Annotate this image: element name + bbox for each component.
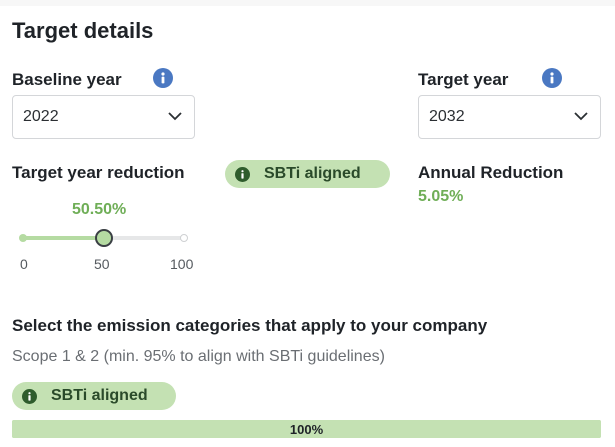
target-reduction-label: Target year reduction [12,163,185,182]
badge-label: SBTi aligned [51,387,148,404]
slider-fill [20,236,104,240]
section-title: Target details [12,18,154,43]
badge-label: SBTi aligned [264,165,361,182]
chevron-down-icon [168,108,182,126]
baseline-year-label: Baseline year [12,70,122,89]
slider-max-marker [180,234,188,242]
scope-progress-bar: 100% [12,420,601,438]
top-divider [0,0,615,6]
scope-description: Scope 1 & 2 (min. 95% to align with SBTi… [12,348,385,365]
categories-heading: Select the emission categories that appl… [12,316,488,335]
info-dot-icon [235,166,250,182]
target-year-label: Target year [418,70,509,89]
sbti-aligned-badge-scope: SBTi aligned [12,382,176,410]
baseline-year-value: 2022 [23,108,59,125]
annual-reduction-label: Annual Reduction [418,163,564,182]
sbti-aligned-badge: SBTi aligned [225,160,390,188]
slider-tick-min: 0 [20,256,28,272]
target-year-select[interactable]: 2032 [418,95,601,139]
baseline-year-select[interactable]: 2022 [12,95,195,139]
slider-thumb[interactable] [94,229,113,247]
annual-reduction-value: 5.05% [418,188,464,205]
slider-min-marker [19,234,27,242]
info-dot-icon [22,388,37,404]
baseline-info-icon[interactable] [153,68,173,88]
chevron-down-icon [574,108,588,126]
slider-tick-mid: 50 [94,256,110,272]
reduction-value: 50.50% [72,201,127,218]
progress-text: 100% [289,421,324,437]
slider-tick-max: 100 [170,256,194,272]
reduction-slider[interactable] [19,229,188,247]
target-year-value: 2032 [429,108,465,125]
target-info-icon[interactable] [542,68,562,88]
